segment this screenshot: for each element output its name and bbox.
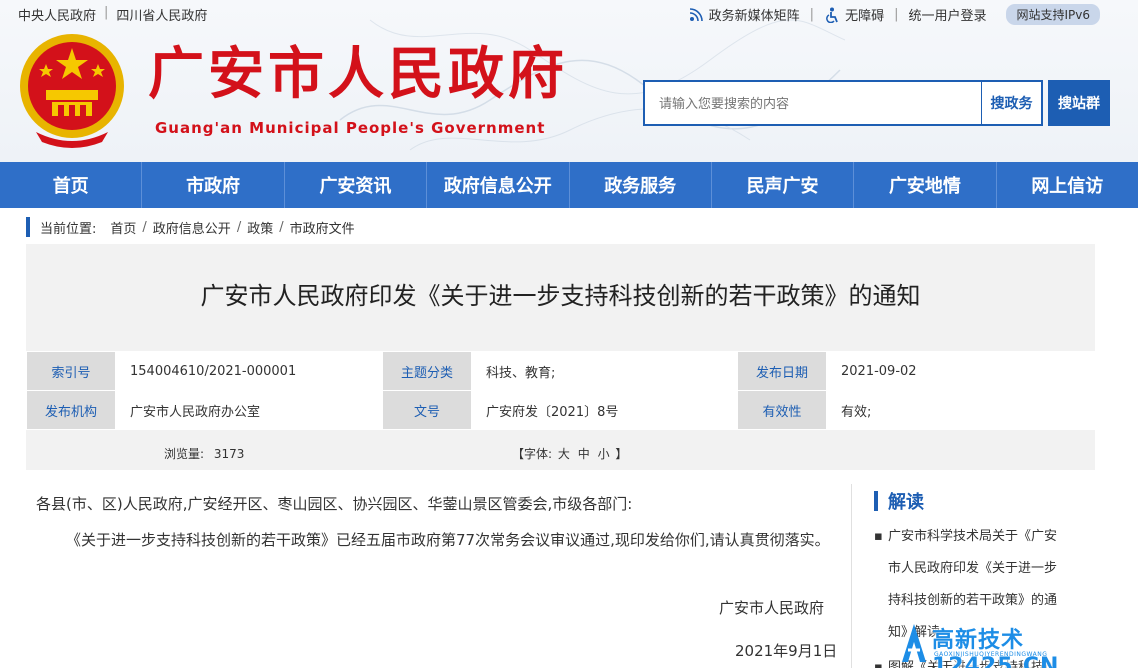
font-label: 【字体:	[512, 447, 553, 461]
login-link[interactable]: 统一用户登录	[898, 5, 996, 24]
main-nav: 首页 市政府 广安资讯 政府信息公开 政务服务 民声广安 广安地情 网上信访	[0, 162, 1138, 208]
bullet-icon: ▪	[874, 660, 883, 668]
link-sichuan-gov[interactable]: 四川省人民政府	[108, 5, 215, 24]
article-toolbar: 浏览量: 3173 【字体: 大 中 小 】	[26, 433, 1095, 470]
link-central-gov[interactable]: 中央人民政府	[10, 5, 104, 24]
site-title: 广安市人民政府	[148, 41, 568, 107]
date-label: 发布日期	[737, 351, 827, 391]
view-count: 浏览量: 3173	[164, 445, 244, 462]
sign-date: 2021年9月1日	[735, 642, 838, 660]
top-links-left: 中央人民政府 | 四川省人民政府	[10, 5, 215, 24]
salutation: 各县(市、区)人民政府,广安经开区、枣山园区、协兴园区、华蓥山景区管委会,市级各…	[36, 495, 633, 513]
metadata-table: 索引号 154004610/2021-000001 主题分类 科技、教育; 发布…	[26, 351, 1095, 430]
validity-value: 有效;	[826, 390, 1095, 430]
watermark-overlay: 高新技术12425.CN GAOXINJISHUQIYERENDINGWANG	[898, 618, 1138, 668]
bullet-icon: ▪	[874, 529, 883, 544]
watermark-subtext: GAOXINJISHUQIYERENDINGWANG	[934, 651, 1048, 658]
index-no-value: 154004610/2021-000001	[115, 351, 383, 391]
accessibility-link[interactable]: 无障碍	[814, 5, 894, 24]
watermark-text: 高新技术12425.CN	[932, 628, 1060, 668]
table-row: 发布机构 广安市人民政府办公室 文号 广安府发〔2021〕8号 有效性 有效;	[26, 390, 1095, 430]
interpretation-heading: 解读	[874, 490, 924, 513]
media-matrix-link[interactable]: 政务新媒体矩阵	[678, 5, 810, 24]
article-body: 各县(市、区)人民政府,广安经开区、枣山园区、协兴园区、华蓥山景区管委会,市级各…	[36, 486, 836, 558]
broadcast-icon	[689, 7, 703, 21]
doc-no-value: 广安府发〔2021〕8号	[471, 390, 738, 430]
views-label: 浏览量:	[164, 447, 205, 461]
national-emblem-logo	[20, 34, 124, 148]
font-small-button[interactable]: 小	[598, 447, 610, 461]
nav-item-petition[interactable]: 网上信访	[997, 162, 1138, 208]
interpretation-title: 解读	[888, 492, 924, 513]
accessibility-label: 无障碍	[845, 9, 885, 24]
font-large-button[interactable]: 大	[558, 447, 570, 461]
link-line: 市人民政府印发《关于进一步	[888, 561, 1058, 576]
search-group-button[interactable]: 搜站群	[1048, 80, 1110, 126]
topic-label: 主题分类	[382, 351, 472, 391]
topic-value: 科技、教育;	[471, 351, 738, 391]
nav-item-home[interactable]: 首页	[0, 162, 143, 208]
link-line: 持科技创新的若干政策》的通	[888, 593, 1058, 608]
divider: /	[142, 219, 147, 235]
article-title: 广安市人民政府印发《关于进一步支持科技创新的若干政策》的通知	[200, 282, 921, 310]
ipv6-badge: 网站支持IPv6	[1006, 4, 1100, 25]
org-label: 发布机构	[26, 390, 116, 430]
body-paragraph: 《关于进一步支持科技创新的若干政策》已经五届市政府第77次常务会议审议通过,现印…	[66, 531, 830, 549]
nav-item-services[interactable]: 政务服务	[570, 162, 712, 208]
watermark-logo-icon	[902, 624, 926, 662]
nav-item-news[interactable]: 广安资讯	[285, 162, 428, 208]
column-divider	[851, 484, 852, 668]
nav-item-info-disclosure[interactable]: 政府信息公开	[427, 162, 570, 208]
top-links-right: 政务新媒体矩阵 | 无障碍 | 统一用户登录 网站支持IPv6	[678, 4, 1100, 25]
org-value: 广安市人民政府办公室	[115, 390, 383, 430]
search-gov-button[interactable]: 搜政务	[981, 82, 1041, 124]
font-medium-button[interactable]: 中	[578, 447, 590, 461]
table-row: 索引号 154004610/2021-000001 主题分类 科技、教育; 发布…	[26, 351, 1095, 391]
font-size-switch: 【字体: 大 中 小 】	[512, 445, 627, 462]
breadcrumb-home[interactable]: 首页	[110, 218, 136, 237]
search-input[interactable]	[659, 92, 969, 116]
heading-bar	[874, 491, 878, 511]
breadcrumb-policy[interactable]: 政策	[247, 218, 273, 237]
divider: /	[236, 219, 242, 235]
breadcrumb-city-docs[interactable]: 市政府文件	[290, 218, 355, 237]
validity-label: 有效性	[737, 390, 827, 430]
breadcrumb: 当前位置: 首页 / 政府信息公开 / 政策 / 市政府文件	[26, 216, 357, 238]
login-label: 统一用户登录	[908, 9, 987, 24]
nav-item-public-voice[interactable]: 民声广安	[712, 162, 855, 208]
search-box: 搜政务	[643, 80, 1043, 126]
site-subtitle: Guang'an Municipal People's Government	[155, 119, 546, 137]
index-no-label: 索引号	[26, 351, 116, 391]
nav-item-city-gov[interactable]: 市政府	[142, 162, 285, 208]
signature: 广安市人民政府	[719, 599, 825, 617]
date-value: 2021-09-02	[826, 351, 1095, 391]
breadcrumb-bar	[26, 217, 30, 237]
divider: /	[279, 219, 284, 235]
media-matrix-label: 政务新媒体矩阵	[708, 9, 800, 24]
site-header: 中央人民政府 | 四川省人民政府 政务新媒体矩阵 | 无障碍 | 统一用户登录 …	[0, 0, 1138, 162]
nav-item-local-info[interactable]: 广安地情	[854, 162, 997, 208]
breadcrumb-prefix: 当前位置:	[40, 221, 97, 237]
views-value: 3173	[213, 447, 245, 461]
link-line: 广安市科学技术局关于《广安	[888, 529, 1058, 544]
accessibility-icon	[826, 7, 838, 23]
doc-no-label: 文号	[382, 390, 472, 430]
font-close: 】	[615, 447, 628, 461]
breadcrumb-info-disclosure[interactable]: 政府信息公开	[153, 218, 231, 237]
